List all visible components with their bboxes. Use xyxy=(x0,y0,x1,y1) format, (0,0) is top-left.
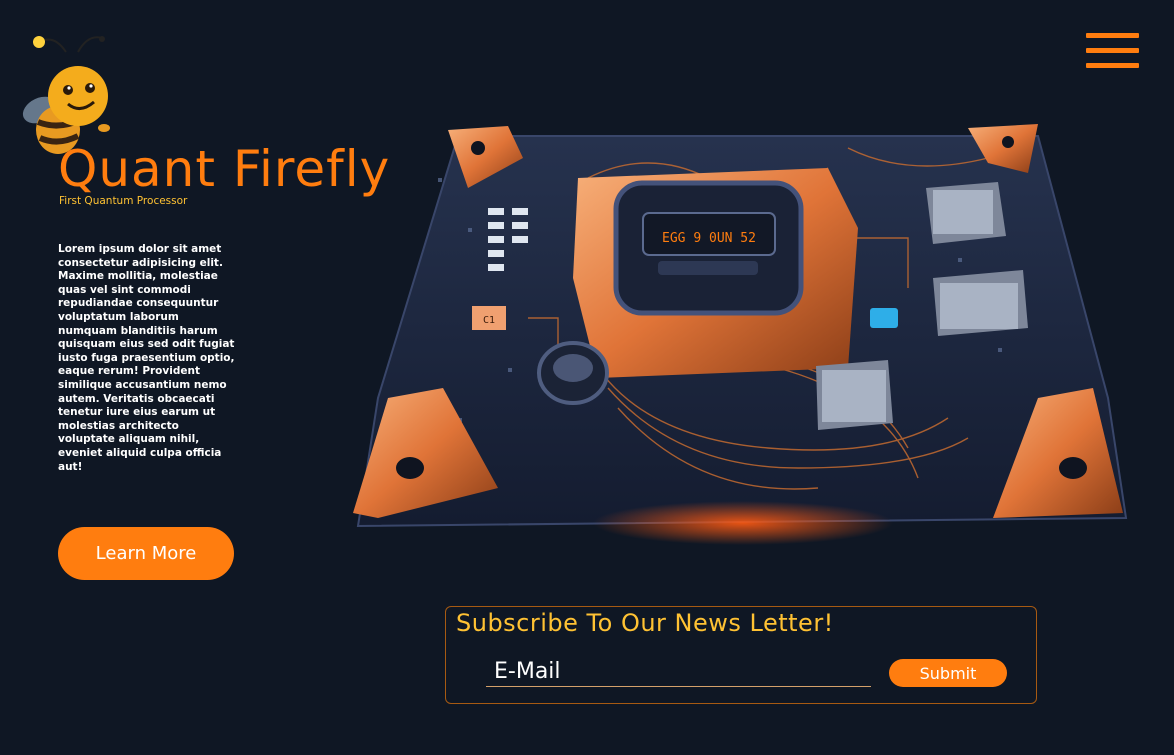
menu-bar xyxy=(1086,33,1139,38)
chip-label: C1 xyxy=(483,315,495,326)
learn-more-button[interactable]: Learn More xyxy=(58,527,234,580)
quantum-processor-image: C1 EGG 9 0UN 52 xyxy=(353,124,1128,545)
hamburger-menu-icon[interactable] xyxy=(1086,32,1140,72)
menu-bar xyxy=(1086,63,1139,68)
newsletter-form: Subscribe To Our News Letter! Submit xyxy=(445,606,1037,704)
menu-bar xyxy=(1086,48,1139,53)
submit-button[interactable]: Submit xyxy=(889,659,1007,687)
intro-description: Lorem ipsum dolor sit amet consectetur a… xyxy=(58,243,235,473)
email-input[interactable] xyxy=(486,657,871,687)
svg-text:EGG 9 0UN 52: EGG 9 0UN 52 xyxy=(662,231,756,246)
brand-subtitle: First Quantum Processor xyxy=(59,195,188,207)
newsletter-title: Subscribe To Our News Letter! xyxy=(456,609,834,637)
brand-title: Quant Firefly xyxy=(58,140,391,198)
